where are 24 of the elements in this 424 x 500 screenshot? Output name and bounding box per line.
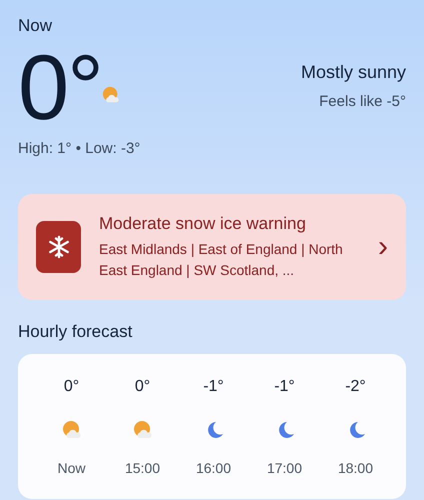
snowflake-icon (36, 221, 81, 273)
hour-temperature: 0° (134, 378, 150, 396)
hour-time: 17:00 (266, 460, 302, 476)
hour-temperature: -2° (345, 378, 366, 396)
section-heading: Now (18, 16, 54, 36)
high-low-text: High: 1° • Low: -3° (18, 140, 142, 157)
sun-cloud-icon (132, 420, 152, 440)
condition-text: Mostly sunny (300, 62, 406, 83)
warning-title: Moderate snow ice warning (99, 214, 307, 234)
hour-time: Now (57, 460, 86, 476)
chevron-icon: › (378, 232, 388, 262)
sun-cloud-icon (62, 420, 82, 440)
hour-temperature: -1° (203, 378, 224, 396)
hour-time: 18:00 (338, 460, 374, 476)
section-heading: Hourly forecast (18, 322, 134, 342)
warning-regions: East Midlands | East of England | North East England | SW Scotland, ... (99, 240, 344, 280)
hour-time: 16:00 (196, 460, 232, 476)
hour-temperature: 0° (64, 378, 80, 396)
hour-temperature: -1° (274, 378, 295, 396)
sun-cloud-icon (102, 86, 120, 104)
current-temperature: 0° (18, 42, 102, 134)
hour-time: 15:00 (124, 460, 160, 476)
warning-card[interactable]: Moderate snow ice warning East Midlands | East of England | North East England | SW Scotland, ... › (18, 194, 406, 300)
feels-like-text: Feels like -5° (319, 93, 406, 110)
